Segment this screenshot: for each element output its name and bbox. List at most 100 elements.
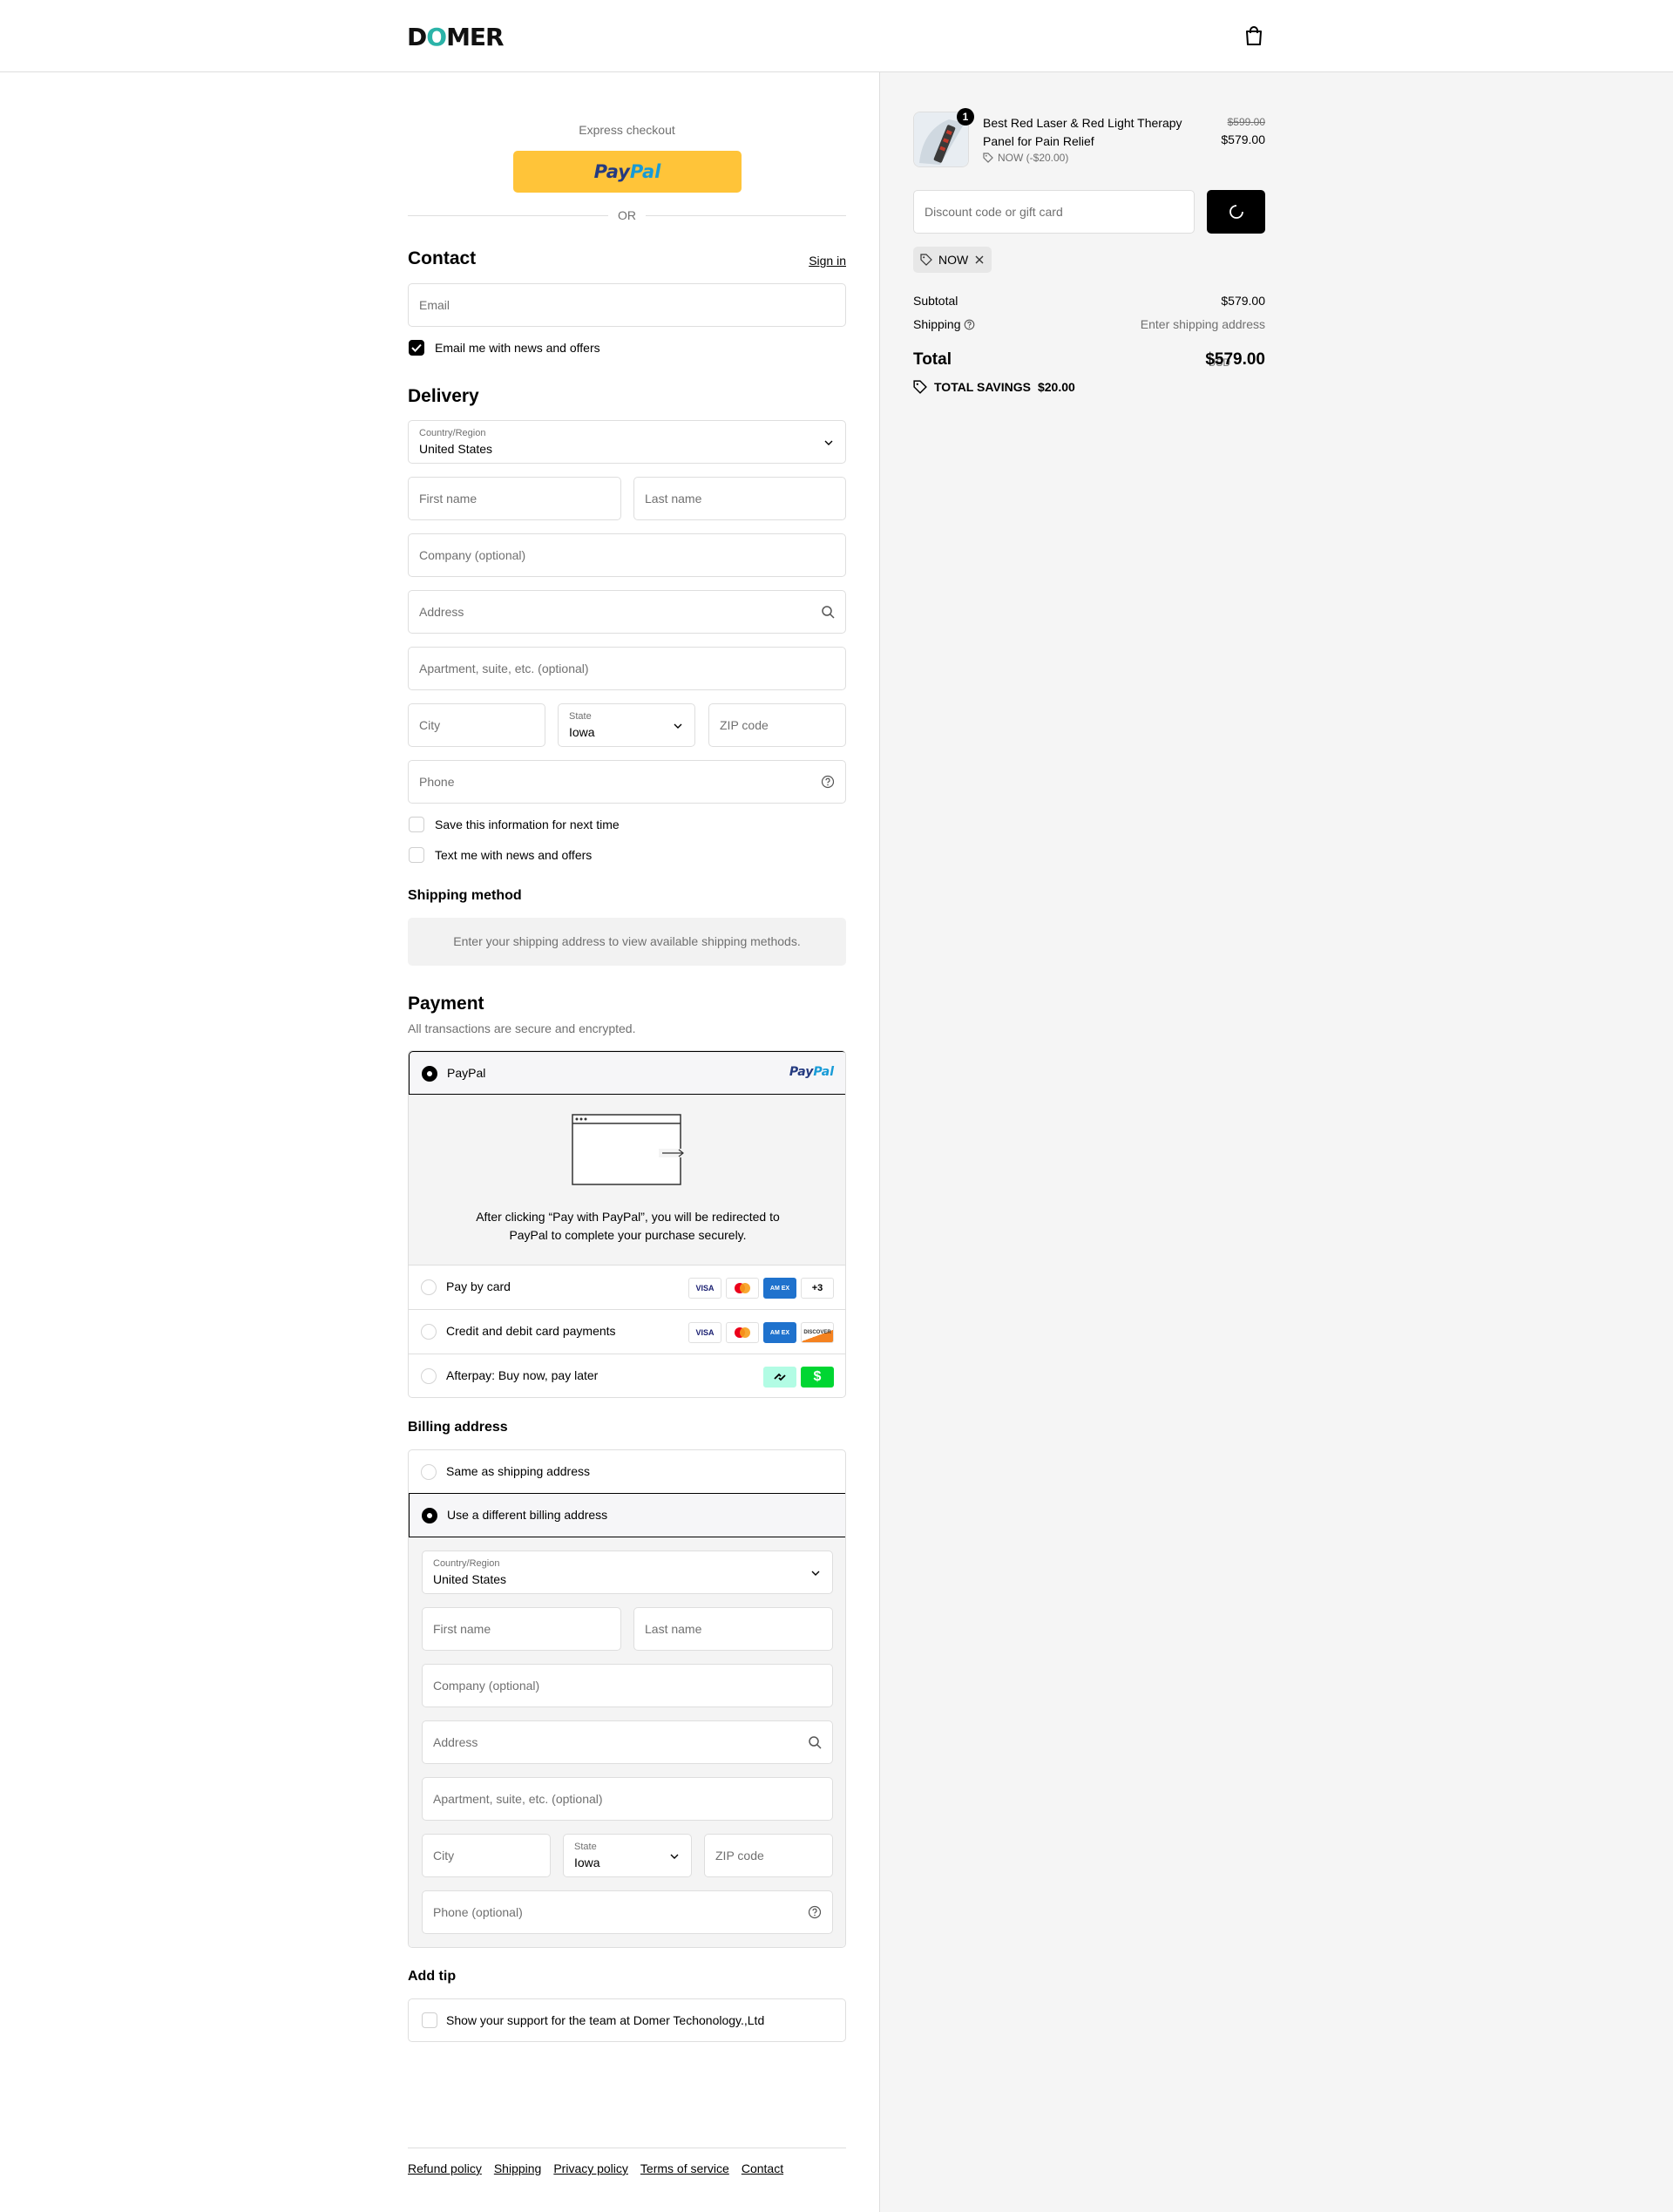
contact-link[interactable]: Contact bbox=[742, 2161, 783, 2175]
chevron-down-icon bbox=[824, 440, 833, 445]
tag-icon bbox=[920, 254, 932, 266]
billing-address-field[interactable]: Address bbox=[422, 1720, 833, 1764]
billing-address-heading: Billing address bbox=[408, 1420, 508, 1435]
country-value: United States bbox=[419, 442, 493, 456]
phone-field[interactable]: Phone bbox=[408, 760, 846, 804]
shipping-link[interactable]: Shipping bbox=[494, 2161, 542, 2175]
payment-methods: PayPal PayPal After clicking “Pay with P… bbox=[408, 1050, 846, 1398]
company-field[interactable]: Company (optional) bbox=[408, 533, 846, 577]
billing-different-option[interactable]: Use a different billing address bbox=[409, 1493, 845, 1537]
payment-option-afterpay[interactable]: Afterpay: Buy now, pay later $ bbox=[409, 1354, 845, 1397]
mastercard-icon bbox=[726, 1278, 759, 1299]
afterpay-icon bbox=[763, 1367, 796, 1388]
paypal-radio[interactable] bbox=[422, 1066, 437, 1082]
refund-policy-link[interactable]: Refund policy bbox=[408, 2161, 482, 2175]
zip-placeholder: ZIP code bbox=[720, 718, 769, 732]
first-name-placeholder: First name bbox=[419, 492, 478, 506]
check-icon bbox=[411, 343, 422, 352]
billing-company-placeholder: Company (optional) bbox=[433, 1679, 540, 1693]
billing-state-select[interactable]: State Iowa bbox=[563, 1834, 692, 1877]
credit-debit-label: Credit and debit card payments bbox=[446, 1324, 616, 1338]
city-field[interactable]: City bbox=[408, 703, 545, 747]
email-news-checkbox-row[interactable]: Email me with news and offers bbox=[409, 339, 600, 356]
product-title: Best Red Laser & Red Light Therapy Panel… bbox=[983, 116, 1182, 148]
privacy-policy-link[interactable]: Privacy policy bbox=[553, 2161, 628, 2175]
email-news-checkbox[interactable] bbox=[409, 340, 424, 356]
credit-debit-radio[interactable] bbox=[421, 1324, 437, 1340]
discount-code-input[interactable]: Discount code or gift card bbox=[913, 190, 1195, 234]
billing-country-select[interactable]: Country/Region United States bbox=[422, 1550, 833, 1594]
apartment-placeholder: Apartment, suite, etc. (optional) bbox=[419, 662, 589, 675]
billing-same-option[interactable]: Same as shipping address bbox=[409, 1450, 845, 1493]
first-name-field[interactable]: First name bbox=[408, 477, 621, 520]
zip-field[interactable]: ZIP code bbox=[708, 703, 846, 747]
country-select[interactable]: Country/Region United States bbox=[408, 420, 846, 464]
help-icon[interactable] bbox=[808, 1905, 822, 1919]
tip-checkbox[interactable] bbox=[422, 2012, 437, 2028]
applied-code-text: NOW bbox=[938, 253, 969, 267]
contact-heading: Contact bbox=[408, 248, 477, 268]
search-icon[interactable] bbox=[821, 605, 835, 619]
state-value: Iowa bbox=[569, 725, 595, 739]
total-value: $579.00 bbox=[1205, 350, 1265, 369]
billing-different-label: Use a different billing address bbox=[447, 1508, 608, 1522]
help-icon[interactable] bbox=[821, 775, 835, 789]
billing-last-name-field[interactable]: Last name bbox=[633, 1607, 833, 1651]
logo[interactable]: DOMER bbox=[407, 23, 505, 51]
apply-discount-button[interactable] bbox=[1207, 190, 1265, 234]
billing-same-radio[interactable] bbox=[421, 1464, 437, 1480]
afterpay-radio[interactable] bbox=[421, 1368, 437, 1384]
phone-placeholder: Phone bbox=[419, 775, 455, 789]
text-me-checkbox-row[interactable]: Text me with news and offers bbox=[409, 846, 592, 864]
billing-country-value: United States bbox=[433, 1572, 507, 1586]
billing-state-value: Iowa bbox=[574, 1856, 600, 1869]
tag-icon bbox=[913, 380, 927, 394]
subtotal-label: Subtotal bbox=[913, 294, 958, 308]
billing-phone-placeholder: Phone (optional) bbox=[433, 1905, 523, 1919]
help-icon[interactable] bbox=[964, 319, 975, 330]
billing-country-label: Country/Region bbox=[433, 1558, 500, 1569]
billing-city-field[interactable]: City bbox=[422, 1834, 551, 1877]
billing-phone-field[interactable]: Phone (optional) bbox=[422, 1890, 833, 1934]
apartment-field[interactable]: Apartment, suite, etc. (optional) bbox=[408, 647, 846, 690]
payment-option-credit-debit[interactable]: Credit and debit card payments VISA AM E… bbox=[409, 1310, 845, 1354]
delivery-heading: Delivery bbox=[408, 386, 479, 406]
billing-different-radio[interactable] bbox=[422, 1508, 437, 1523]
billing-first-name-field[interactable]: First name bbox=[422, 1607, 621, 1651]
logo-text: D bbox=[407, 23, 427, 51]
pay-by-card-radio[interactable] bbox=[421, 1279, 437, 1295]
text-me-checkbox[interactable] bbox=[409, 847, 424, 863]
tip-option[interactable]: Show your support for the team at Domer … bbox=[408, 1998, 846, 2042]
express-checkout-title: Express checkout bbox=[579, 123, 675, 137]
total-label: Total bbox=[913, 350, 952, 369]
payment-option-card[interactable]: Pay by card VISA AM EX +3 bbox=[409, 1265, 845, 1310]
email-field[interactable]: Email bbox=[408, 283, 846, 327]
last-name-field[interactable]: Last name bbox=[633, 477, 846, 520]
address-field[interactable]: Address bbox=[408, 590, 846, 634]
paypal-option-label: PayPal bbox=[447, 1066, 486, 1080]
payment-option-paypal[interactable]: PayPal PayPal bbox=[409, 1051, 845, 1095]
email-placeholder: Email bbox=[419, 298, 450, 312]
product-discount-text: NOW (-$20.00) bbox=[998, 152, 1069, 164]
save-info-checkbox[interactable] bbox=[409, 817, 424, 832]
billing-apartment-field[interactable]: Apartment, suite, etc. (optional) bbox=[422, 1777, 833, 1821]
save-info-checkbox-row[interactable]: Save this information for next time bbox=[409, 816, 620, 833]
terms-of-service-link[interactable]: Terms of service bbox=[640, 2161, 729, 2175]
close-icon[interactable] bbox=[974, 254, 985, 265]
product-discount: NOW (-$20.00) bbox=[983, 152, 1068, 164]
sign-in-link[interactable]: Sign in bbox=[809, 254, 846, 268]
payment-subtitle: All transactions are secure and encrypte… bbox=[408, 1021, 636, 1035]
logo-text-rest: MER bbox=[446, 23, 505, 51]
product-original-price: $599.00 bbox=[1227, 116, 1265, 128]
subtotal-row: Subtotal $579.00 bbox=[913, 294, 1265, 308]
chevron-down-icon bbox=[674, 723, 682, 729]
paypal-express-button[interactable]: PayPal bbox=[513, 151, 742, 193]
billing-address-options: Same as shipping address Use a different… bbox=[408, 1449, 846, 1948]
shopping-bag-icon[interactable] bbox=[1244, 24, 1263, 47]
billing-zip-field[interactable]: ZIP code bbox=[704, 1834, 833, 1877]
billing-company-field[interactable]: Company (optional) bbox=[422, 1664, 833, 1707]
billing-same-label: Same as shipping address bbox=[446, 1464, 590, 1478]
search-icon[interactable] bbox=[808, 1735, 822, 1749]
afterpay-label: Afterpay: Buy now, pay later bbox=[446, 1368, 599, 1382]
state-select[interactable]: State Iowa bbox=[558, 703, 695, 747]
